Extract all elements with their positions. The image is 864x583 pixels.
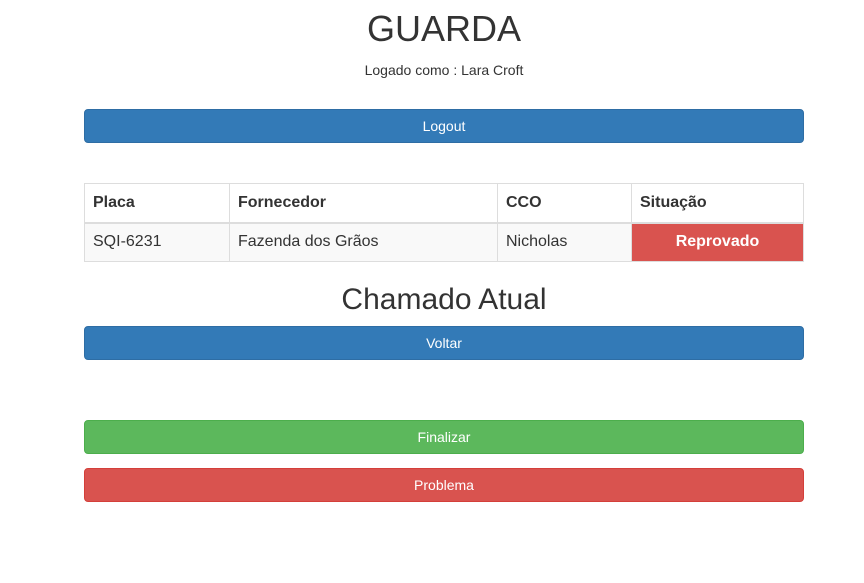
problema-button[interactable]: Problema xyxy=(84,468,804,502)
logout-button[interactable]: Logout xyxy=(84,109,804,143)
logged-in-user-text: Logado como : Lara Croft xyxy=(364,62,524,78)
status-badge: Reprovado xyxy=(631,222,804,262)
table-header-row: Placa Fornecedor CCO Situação xyxy=(84,183,804,224)
column-header-situacao: Situação xyxy=(631,183,804,224)
table-row: SQI-6231 Fazenda dos Grãos Nicholas Repr… xyxy=(84,222,804,262)
column-header-placa: Placa xyxy=(84,183,230,224)
column-header-fornecedor: Fornecedor xyxy=(229,183,498,224)
finalizar-button[interactable]: Finalizar xyxy=(84,420,804,454)
section-title: Chamado Atual xyxy=(341,283,547,316)
cell-fornecedor: Fazenda dos Grãos xyxy=(229,222,498,262)
page-title: GUARDA xyxy=(366,8,522,49)
voltar-button[interactable]: Voltar xyxy=(84,326,804,360)
column-header-cco: CCO xyxy=(497,183,632,224)
cell-placa: SQI-6231 xyxy=(84,222,230,262)
cell-cco: Nicholas xyxy=(497,222,632,262)
vehicle-table: Placa Fornecedor CCO Situação SQI-6231 F… xyxy=(84,183,804,262)
